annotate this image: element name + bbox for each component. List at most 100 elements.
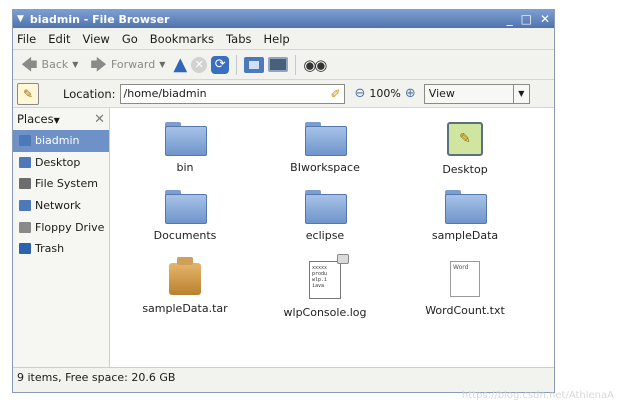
view-mode-select[interactable]: View ▼: [423, 83, 530, 104]
sidebar-item-trash[interactable]: Trash: [13, 238, 109, 260]
file-item[interactable]: Word WordCount.txt: [410, 261, 520, 317]
file-name: BIworkspace: [290, 161, 360, 174]
window-menu-icon[interactable]: ▼: [17, 14, 24, 24]
title-bar[interactable]: ▼ biadmin - File Browser _ □ ✕: [13, 10, 554, 28]
desktop-icon: [19, 156, 31, 168]
file-item[interactable]: ✎ Desktop: [410, 122, 520, 176]
file-view[interactable]: bin BIworkspace ✎ Desktop Documents eclipse sa…: [110, 108, 554, 367]
back-label: Back: [41, 58, 69, 71]
view-mode-value: View: [428, 87, 455, 100]
log-file-icon: xxxxx produ wlp.i iava: [309, 254, 349, 299]
file-preview-text: xxxxx produ wlp.i iava: [312, 265, 328, 289]
sidebar-item-biadmin[interactable]: biadmin: [13, 130, 109, 152]
harddrive-icon: [19, 178, 31, 190]
up-arrow-icon[interactable]: ▲: [173, 54, 187, 75]
minimize-button[interactable]: _: [507, 12, 513, 26]
location-path: /home/biadmin: [123, 87, 207, 100]
sidebar-dropdown-icon[interactable]: ▼: [54, 116, 60, 125]
menu-tabs[interactable]: Tabs: [226, 32, 251, 46]
text-file-icon: Word: [450, 261, 480, 297]
home-folder-icon: [19, 135, 31, 147]
places-sidebar: Places▼ ✕ biadmin Desktop File System Netwo…: [13, 108, 110, 367]
back-arrow-icon: 🡄: [21, 54, 38, 74]
back-dropdown-icon[interactable]: ▼: [72, 60, 78, 69]
content-area: Places▼ ✕ biadmin Desktop File System Netwo…: [13, 108, 554, 367]
back-button[interactable]: 🡄 Back ▼: [17, 55, 82, 75]
folder-icon: [305, 122, 347, 156]
file-item[interactable]: Documents: [130, 190, 240, 242]
menu-file[interactable]: File: [17, 32, 36, 46]
computer-icon[interactable]: [268, 57, 289, 72]
forward-label: Forward: [110, 58, 156, 71]
maximize-button[interactable]: □: [521, 12, 532, 26]
menu-view[interactable]: View: [83, 32, 110, 46]
file-browser-window: ▼ biadmin - File Browser _ □ ✕ File Edit…: [12, 9, 555, 393]
stop-icon[interactable]: ✕: [191, 56, 208, 73]
sidebar-item-label: Network: [35, 199, 81, 213]
sidebar-item-label: Floppy Drive: [35, 220, 105, 234]
search-binoculars-icon[interactable]: ◉◉: [303, 56, 327, 74]
sidebar-close-icon[interactable]: ✕: [94, 112, 105, 127]
file-name: Documents: [153, 229, 217, 242]
sidebar-item-network[interactable]: Network: [13, 195, 109, 217]
zoom-out-icon[interactable]: ⊖: [355, 86, 366, 101]
location-edit-toggle-icon[interactable]: ✎: [17, 82, 39, 105]
forward-dropdown-icon[interactable]: ▼: [159, 60, 165, 69]
file-item[interactable]: BIworkspace: [270, 122, 380, 174]
sidebar-item-desktop[interactable]: Desktop: [13, 152, 109, 174]
toolbar: 🡄 Back ▼ 🡆 Forward ▼ ▲ ✕ ⟳ ◉◉: [13, 50, 554, 80]
view-mode-dropdown-icon[interactable]: ▼: [512, 84, 529, 103]
folder-icon: [445, 190, 487, 224]
file-item[interactable]: sampleData: [410, 190, 520, 242]
zoom-level[interactable]: 100%: [369, 87, 400, 100]
sidebar-item-label: Trash: [35, 242, 65, 256]
home-icon[interactable]: [244, 56, 265, 73]
menu-edit[interactable]: Edit: [48, 32, 70, 46]
file-preview-text: Word: [453, 264, 469, 271]
window-title: biadmin - File Browser: [29, 12, 170, 26]
status-text: 9 items, Free space: 20.6 GB: [17, 370, 176, 384]
file-item[interactable]: sampleData.tar: [130, 257, 240, 315]
folder-icon: [305, 190, 347, 224]
forward-arrow-icon: 🡆: [90, 54, 107, 74]
file-item[interactable]: eclipse: [270, 190, 380, 242]
location-bar: ✎ Location: /home/biadmin ✐ ⊖ 100% ⊕ Vie…: [13, 80, 554, 108]
toolbar-separator: [236, 54, 238, 75]
location-input[interactable]: /home/biadmin ✐: [119, 83, 345, 104]
zoom-in-icon[interactable]: ⊕: [405, 86, 416, 101]
folder-icon: [165, 190, 207, 224]
desktop-folder-icon: ✎: [447, 122, 483, 156]
menu-bar: File Edit View Go Bookmarks Tabs Help: [13, 28, 554, 50]
menu-help[interactable]: Help: [264, 32, 290, 46]
file-name: sampleData: [431, 229, 499, 242]
reload-icon[interactable]: ⟳: [211, 55, 230, 74]
network-icon: [19, 200, 31, 212]
folder-icon: [165, 122, 207, 156]
trash-icon: [19, 243, 31, 255]
file-name: Desktop: [442, 163, 488, 176]
sidebar-title[interactable]: Places: [17, 112, 54, 126]
file-name: eclipse: [305, 229, 345, 242]
file-item[interactable]: bin: [130, 122, 240, 174]
status-bar: 9 items, Free space: 20.6 GB: [13, 367, 554, 386]
menu-bookmarks[interactable]: Bookmarks: [150, 32, 214, 46]
file-name: WordCount.txt: [425, 304, 505, 317]
location-label: Location:: [63, 86, 116, 101]
sidebar-item-label: biadmin: [35, 134, 80, 148]
sidebar-item-floppy-drive[interactable]: Floppy Drive: [13, 216, 109, 238]
file-name: sampleData.tar: [142, 302, 228, 315]
lock-icon: [337, 254, 349, 264]
forward-button[interactable]: 🡆 Forward ▼: [86, 55, 169, 75]
clear-location-icon[interactable]: ✐: [330, 87, 340, 101]
toolbar-separator: [295, 54, 297, 75]
floppy-icon: [19, 221, 31, 233]
watermark-text: https://blog.csdn.net/AthlenaA: [461, 390, 614, 401]
sidebar-item-label: File System: [35, 177, 98, 191]
menu-go[interactable]: Go: [122, 32, 138, 46]
file-item[interactable]: xxxxx produ wlp.i iava wlpConsole.log: [270, 254, 380, 319]
sidebar-header[interactable]: Places▼ ✕: [13, 108, 109, 130]
close-button[interactable]: ✕: [540, 12, 550, 26]
archive-icon: [169, 257, 201, 295]
file-name: wlpConsole.log: [283, 306, 367, 319]
sidebar-item-file-system[interactable]: File System: [13, 173, 109, 195]
